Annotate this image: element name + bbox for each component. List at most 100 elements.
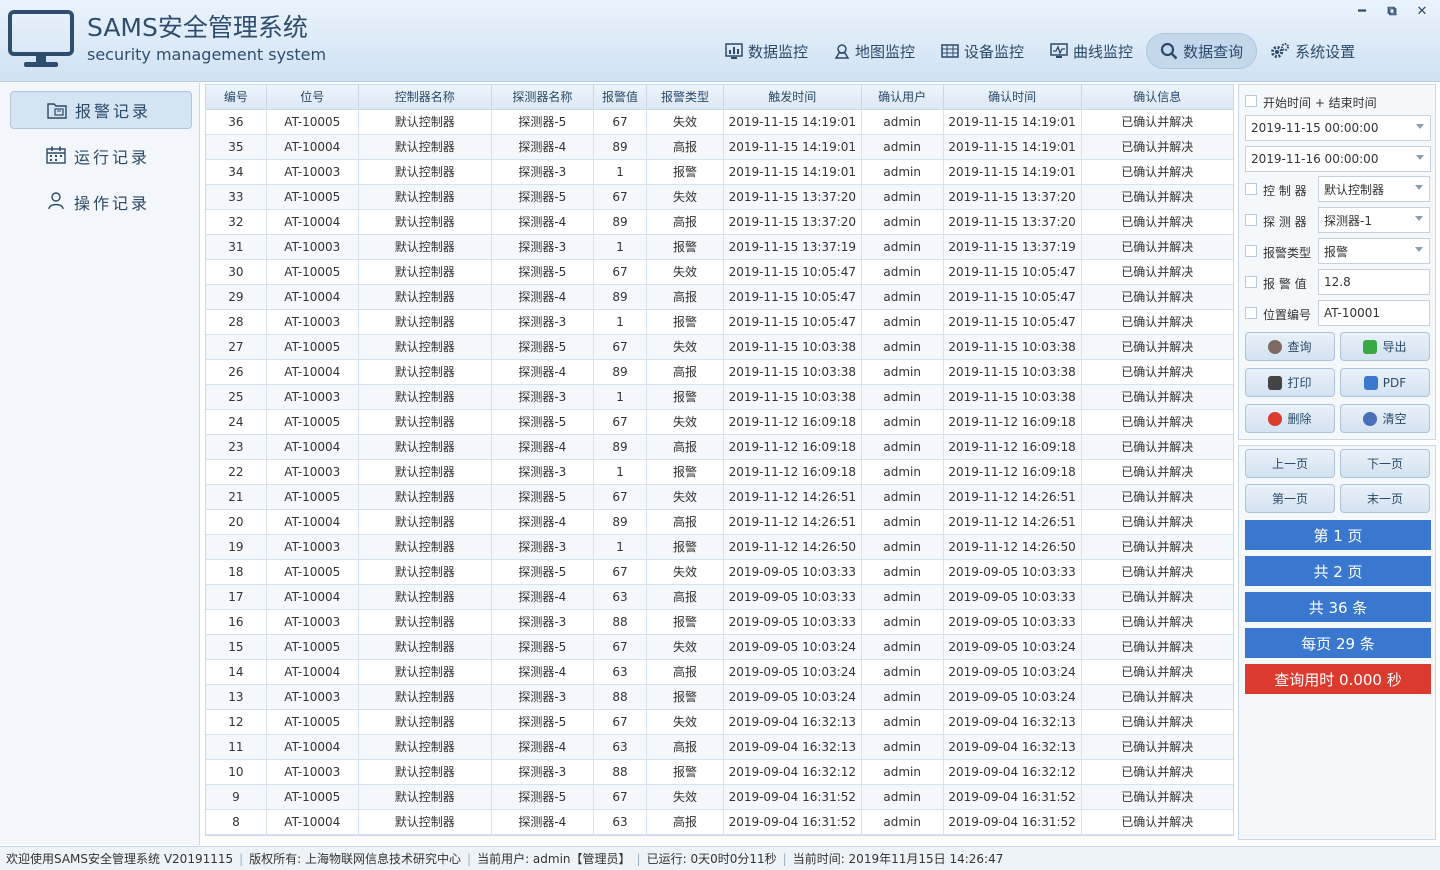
column-header[interactable]: 探测器名称 <box>491 85 594 110</box>
table-row[interactable]: 34 AT-10003 默认控制器 探测器-3 1 报警 2019-11-15 14:19:… <box>206 159 1233 185</box>
table-row[interactable]: 11 AT-10004 默认控制器 探测器-4 63 高报 2019-09-04 16:32… <box>206 734 1233 760</box>
clear-button[interactable]: 清空 <box>1340 404 1430 433</box>
table-row[interactable]: 14 AT-10004 默认控制器 探测器-4 63 高报 2019-09-05 10:03… <box>206 659 1233 685</box>
table-row[interactable]: 24 AT-10005 默认控制器 探测器-5 67 失效 2019-11-12 16:09… <box>206 409 1233 435</box>
table-cell: 探测器-4 <box>491 209 594 235</box>
table-row[interactable]: 9 AT-10005 默认控制器 探测器-5 67 失效 2019-09-04 16:31:… <box>206 784 1233 810</box>
nav-data-monitor[interactable]: 数据监控 <box>712 33 821 69</box>
table-cell: 探测器-5 <box>491 784 594 810</box>
delete-button[interactable]: 删除 <box>1245 404 1335 433</box>
table-row[interactable]: 36 AT-10005 默认控制器 探测器-5 67 失效 2019-11-15 14:19… <box>206 109 1233 135</box>
table-cell: 默认控制器 <box>358 484 492 510</box>
sidebar-item-label: 操作记录 <box>74 194 151 213</box>
restore-icon[interactable]: ⧉ <box>1384 4 1400 19</box>
controller-checkbox[interactable] <box>1245 183 1257 195</box>
table-row[interactable]: 31 AT-10003 默认控制器 探测器-3 1 报警 2019-11-15 13:37:… <box>206 234 1233 260</box>
table-cell: 16 <box>206 609 267 635</box>
close-icon[interactable]: ✕ <box>1414 4 1430 19</box>
alarm-value-input[interactable]: 12.8 <box>1318 269 1430 295</box>
table-row[interactable]: 26 AT-10004 默认控制器 探测器-4 89 高报 2019-11-15 10:03… <box>206 359 1233 385</box>
table-cell: 默认控制器 <box>358 509 492 535</box>
table-cell: 探测器-3 <box>491 534 594 560</box>
nav-device-monitor[interactable]: 设备监控 <box>928 33 1037 69</box>
table-cell: 失效 <box>646 709 724 735</box>
table-cell: 89 <box>593 359 648 385</box>
app-header: SAMS安全管理系统 security management system 数据… <box>0 0 1440 82</box>
table-cell: 已确认并解决 <box>1081 234 1233 260</box>
nav-system-settings[interactable]: 系统设置 <box>1257 33 1368 69</box>
nav-data-query[interactable]: 数据查询 <box>1146 33 1258 69</box>
table-row[interactable]: 25 AT-10003 默认控制器 探测器-3 1 报警 2019-11-15 10:03:… <box>206 384 1233 410</box>
table-row[interactable]: 12 AT-10005 默认控制器 探测器-5 67 失效 2019-09-04 16:32… <box>206 709 1233 735</box>
column-header[interactable]: 报警类型 <box>646 85 724 110</box>
pdf-button[interactable]: PDF <box>1340 368 1430 397</box>
table-row[interactable]: 13 AT-10003 默认控制器 探测器-3 88 报警 2019-09-05 10:03… <box>206 684 1233 710</box>
alarm-type-select[interactable]: 报警 <box>1318 238 1430 264</box>
detector-checkbox[interactable] <box>1245 214 1257 226</box>
last-page-button[interactable]: 末一页 <box>1340 484 1430 513</box>
table-row[interactable]: 27 AT-10005 默认控制器 探测器-5 67 失效 2019-11-15 10:03… <box>206 334 1233 360</box>
table-cell: 25 <box>206 384 267 410</box>
start-time-picker[interactable]: 2019-11-15 00:00:00 <box>1245 115 1431 141</box>
table-row[interactable]: 10 AT-10003 默认控制器 探测器-3 88 报警 2019-09-04 16:32… <box>206 759 1233 785</box>
alarm-value-checkbox[interactable] <box>1245 276 1257 288</box>
alarm-type-checkbox[interactable] <box>1245 245 1257 257</box>
column-header[interactable]: 位号 <box>266 85 359 110</box>
prev-page-button[interactable]: 上一页 <box>1245 449 1335 478</box>
position-checkbox[interactable] <box>1245 307 1257 319</box>
table-row[interactable]: 16 AT-10003 默认控制器 探测器-3 88 报警 2019-09-05 10:03… <box>206 609 1233 635</box>
sidebar-item-operation-records[interactable]: 操作记录 <box>10 183 192 221</box>
table-row[interactable]: 17 AT-10004 默认控制器 探测器-4 63 高报 2019-09-05 10:03… <box>206 584 1233 610</box>
column-header[interactable]: 确认时间 <box>943 85 1082 110</box>
table-row[interactable]: 23 AT-10004 默认控制器 探测器-4 89 高报 2019-11-12 16:09… <box>206 434 1233 460</box>
print-button[interactable]: 打印 <box>1245 368 1335 397</box>
table-row[interactable]: 15 AT-10005 默认控制器 探测器-5 67 失效 2019-09-05 10:03… <box>206 634 1233 660</box>
table-cell: AT-10003 <box>266 534 359 560</box>
table-cell: AT-10003 <box>266 609 359 635</box>
position-input[interactable]: AT-10001 <box>1318 300 1430 326</box>
column-header[interactable]: 控制器名称 <box>358 85 492 110</box>
table-cell: 88 <box>593 684 648 710</box>
column-header[interactable]: 确认用户 <box>861 85 944 110</box>
column-header[interactable]: 触发时间 <box>723 85 862 110</box>
table-row[interactable]: 35 AT-10004 默认控制器 探测器-4 89 高报 2019-11-15 14:19… <box>206 134 1233 160</box>
controller-select[interactable]: 默认控制器 <box>1318 176 1430 202</box>
table-row[interactable]: 30 AT-10005 默认控制器 探测器-5 67 失效 2019-11-15 10:05… <box>206 259 1233 285</box>
column-header[interactable]: 确认信息 <box>1081 85 1233 110</box>
table-row[interactable]: 18 AT-10005 默认控制器 探测器-5 67 失效 2019-09-05 10:03… <box>206 559 1233 585</box>
next-page-button[interactable]: 下一页 <box>1340 449 1430 478</box>
sidebar-item-run-records[interactable]: 运行记录 <box>10 137 192 175</box>
pdf-label: PDF <box>1382 375 1407 390</box>
table-row[interactable]: 29 AT-10004 默认控制器 探测器-4 89 高报 2019-11-15 10:05… <box>206 284 1233 310</box>
table-cell: 高报 <box>646 659 724 685</box>
table-row[interactable]: 22 AT-10003 默认控制器 探测器-3 1 报警 2019-11-12 16:09:… <box>206 459 1233 485</box>
time-range-checkbox[interactable] <box>1245 95 1257 107</box>
nav-map-monitor[interactable]: 地图监控 <box>821 33 928 69</box>
table-row[interactable]: 28 AT-10003 默认控制器 探测器-3 1 报警 2019-11-15 10:05:… <box>206 309 1233 335</box>
table-cell: 35 <box>206 134 267 160</box>
table-cell: 2019-11-15 13:37:19 <box>943 234 1082 260</box>
query-button[interactable]: 查询 <box>1245 332 1335 361</box>
export-button[interactable]: 导出 <box>1340 332 1430 361</box>
nav-curve-monitor[interactable]: 曲线监控 <box>1037 33 1146 69</box>
table-row[interactable]: 8 AT-10004 默认控制器 探测器-4 63 高报 2019-09-04 16:31:… <box>206 809 1233 835</box>
table-row[interactable]: 33 AT-10005 默认控制器 探测器-5 67 失效 2019-11-15 13:37… <box>206 184 1233 210</box>
table-cell: 2019-11-12 14:26:51 <box>723 484 862 510</box>
first-page-button[interactable]: 第一页 <box>1245 484 1335 513</box>
table-row[interactable]: 32 AT-10004 默认控制器 探测器-4 89 高报 2019-11-15 13:37… <box>206 209 1233 235</box>
end-time-picker[interactable]: 2019-11-16 00:00:00 <box>1245 146 1431 172</box>
alarm-records-table[interactable]: 编号 位号 控制器名称 探测器名称 报警值 报警类型 触发时间 确认用户 确认时间 确认信息 36… <box>205 84 1234 836</box>
table-row[interactable]: 19 AT-10003 默认控制器 探测器-3 1 报警 2019-11-12 14:26:… <box>206 534 1233 560</box>
detector-select[interactable]: 探测器-1 <box>1318 207 1430 233</box>
column-header[interactable]: 编号 <box>206 85 267 110</box>
trash-icon <box>1363 411 1378 426</box>
sidebar-item-alarm-records[interactable]: 报警记录 <box>10 91 192 129</box>
table-cell: 探测器-4 <box>491 284 594 310</box>
table-row[interactable]: 21 AT-10005 默认控制器 探测器-5 67 失效 2019-11-12 14:26… <box>206 484 1233 510</box>
table-cell: 默认控制器 <box>358 359 492 385</box>
column-header[interactable]: 报警值 <box>593 85 648 110</box>
minimize-icon[interactable]: ━ <box>1354 4 1370 19</box>
chevron-down-icon <box>1416 155 1424 160</box>
table-cell: 67 <box>593 634 648 660</box>
table-row[interactable]: 20 AT-10004 默认控制器 探测器-4 89 高报 2019-11-12 14:26… <box>206 509 1233 535</box>
